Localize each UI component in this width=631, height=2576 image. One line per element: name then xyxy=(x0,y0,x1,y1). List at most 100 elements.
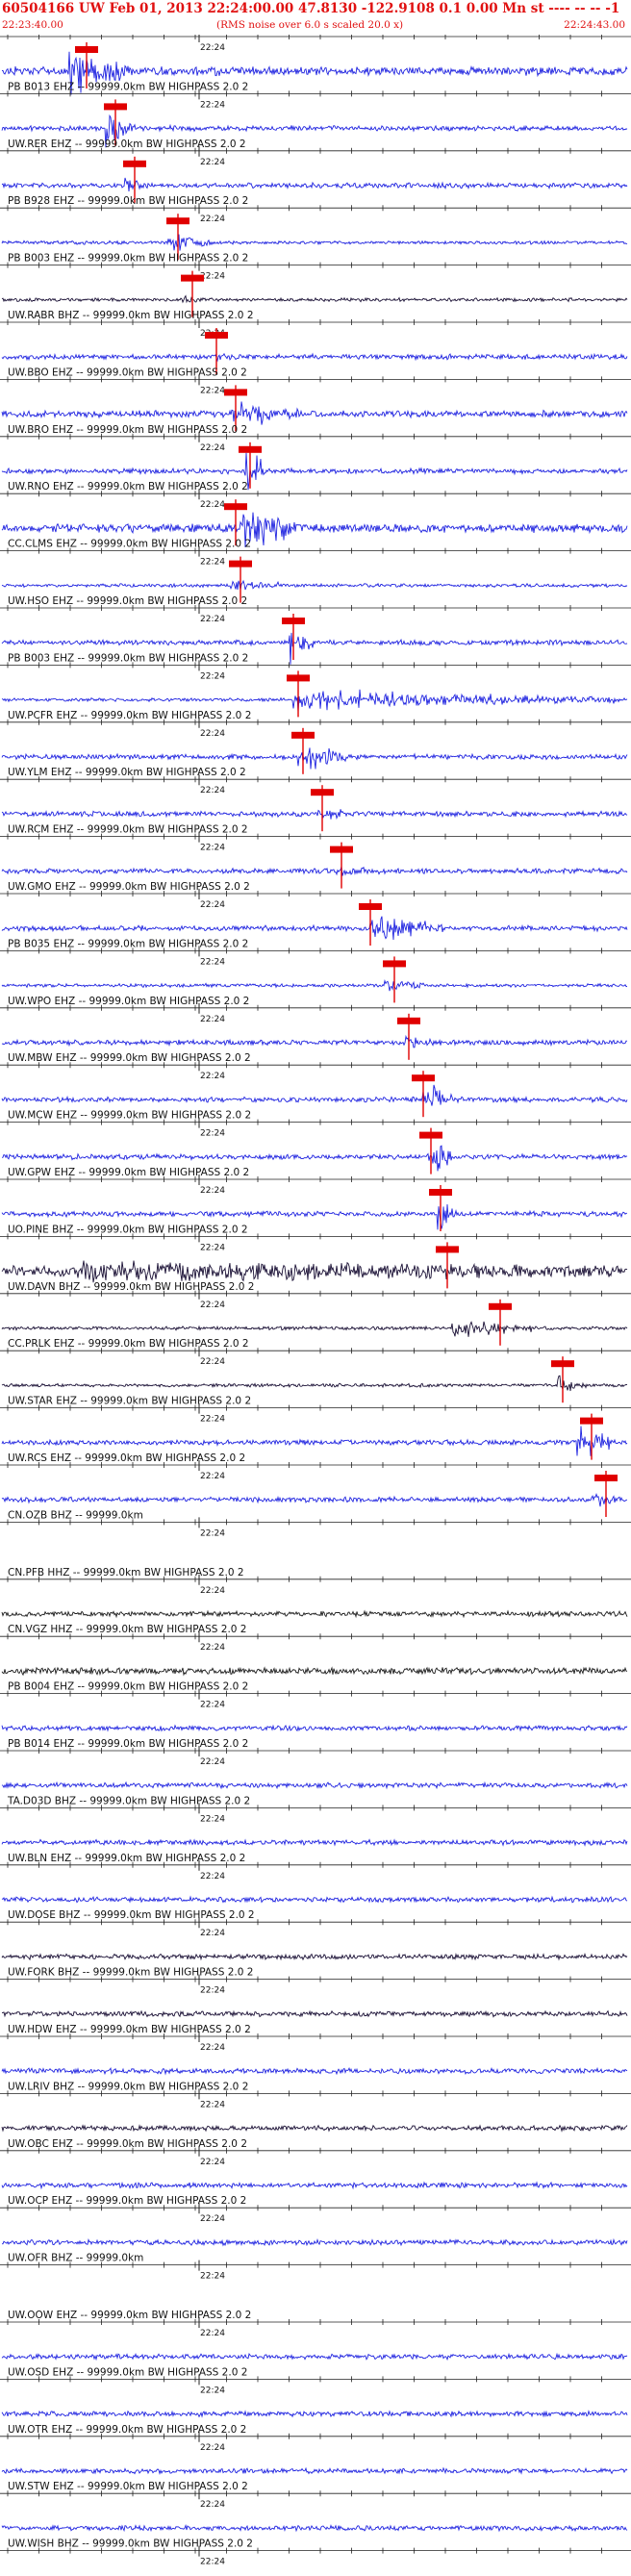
trace-row: UW.OTR EHZ -- 99999.0km BW HIGHPASS 2.0 … xyxy=(0,2424,631,2475)
pick-marker xyxy=(291,731,315,739)
waveform xyxy=(1,1034,628,1048)
tick-time-label: 22:24 xyxy=(200,2443,225,2453)
tick-time-label: 22:24 xyxy=(200,443,225,453)
pick-marker xyxy=(489,1302,512,1310)
tick-time-label: 22:24 xyxy=(200,2214,225,2224)
trace-row: UW.DOSE BHZ -- 99999.0km BW HIGHPASS 2.0… xyxy=(0,1909,631,1961)
pick-marker xyxy=(181,274,204,282)
trace-row: UW.OBC EHZ -- 99999.0km BW HIGHPASS 2.0 … xyxy=(0,2138,631,2190)
waveform xyxy=(1,1260,628,1283)
trace-row: UW.OCP EHZ -- 99999.0km BW HIGHPASS 2.0 … xyxy=(0,2195,631,2247)
pick-marker xyxy=(594,1475,618,1481)
trace-row: UW.STW EHZ -- 99999.0km BW HIGHPASS 2.0 … xyxy=(0,2481,631,2533)
waveform xyxy=(1,294,628,304)
trace-row: UW.HDW EHZ -- 99999.0km BW HIGHPASS 2.0 … xyxy=(0,2024,631,2076)
pick-marker xyxy=(229,560,252,568)
trace-row: UW.BBO EHZ -- 99999.0km BW HIGHPASS 2.0 … xyxy=(0,366,631,432)
waveform xyxy=(1,1321,628,1337)
pick-marker xyxy=(287,674,310,682)
trace-row: UW.RER EHZ -- 99999.0km BW HIGHPASS 2.0 … xyxy=(0,139,631,203)
record-header: 60504166 UW Feb 01, 2013 22:24:00.00 47.… xyxy=(0,0,631,35)
trace-row: PB B014 EHZ -- 99999.0km BW HIGHPASS 2.0… xyxy=(0,1738,631,1790)
trace-row: PB B003 EHZ -- 99999.0km BW HIGHPASS 2.0… xyxy=(0,652,631,718)
tick-time-label: 22:24 xyxy=(200,1929,225,1938)
tick-time-label: 22:24 xyxy=(200,729,225,739)
trace-row: UW.WISH BHZ -- 99999.0km BW HIGHPASS 2.0… xyxy=(0,2538,631,2567)
seismogram-traces: 22:24 PB B013 EHZ -- 99999.0km BW HIGHPAS… xyxy=(0,35,631,2567)
pick-marker xyxy=(580,1417,603,1425)
station-label: UW.OSD EHZ -- 99999.0km BW HIGHPASS 2.0 … xyxy=(8,2366,247,2378)
tick-time-label: 22:24 xyxy=(200,2158,225,2167)
tick-time-label: 22:24 xyxy=(200,786,225,796)
waveform xyxy=(1,234,628,251)
station-label: UW.STW EHZ -- 99999.0km BW HIGHPASS 2.0 … xyxy=(8,2481,248,2492)
station-label: UW.DAVN BHZ -- 99999.0km BW HIGHPASS 2.0… xyxy=(8,1281,254,1293)
tick-time-label: 22:24 xyxy=(200,100,225,110)
noise-note: (RMS noise over 6.0 s scaled 20.0 x) xyxy=(216,19,404,31)
tick-time-label: 22:24 xyxy=(200,2386,225,2395)
trace-row: CN.VGZ HHZ -- 99999.0km BW HIGHPASS 2.0 … xyxy=(0,1624,631,1677)
tick-time-label: 22:24 xyxy=(200,1415,225,1425)
station-label: UW.YLM EHZ -- 99999.0km BW HIGHPASS 2.0 … xyxy=(8,767,246,778)
waveform xyxy=(1,2181,628,2190)
station-label: UW.GPW EHZ -- 99999.0km BW HIGHPASS 2.0 … xyxy=(8,1167,249,1178)
trace-row: UW.LRIV BHZ -- 99999.0km BW HIGHPASS 2.0… xyxy=(0,2081,631,2133)
station-label: UW.FORK BHZ -- 99999.0km BW HIGHPASS 2.0… xyxy=(8,1967,253,1979)
end-time: 22:24:43.00 xyxy=(564,19,625,31)
tick-time-label: 22:24 xyxy=(200,671,225,681)
station-label: UW.HSO EHZ -- 99999.0km BW HIGHPASS 2.0 … xyxy=(8,595,247,607)
event-title: 60504166 UW Feb 01, 2013 22:24:00.00 47.… xyxy=(2,1,620,16)
trace-row: UW.PCFR EHZ -- 99999.0km BW HIGHPASS 2.0… xyxy=(0,710,631,774)
waveform xyxy=(1,2124,628,2133)
station-label: UW.RABR BHZ -- 99999.0km BW HIGHPASS 2.0… xyxy=(8,310,254,321)
tick-time-label: 22:24 xyxy=(200,844,225,853)
station-label: UW.BRO EHZ -- 99999.0km BW HIGHPASS 2.0 … xyxy=(8,424,247,436)
pick-marker xyxy=(205,332,228,339)
waveform xyxy=(1,1084,628,1106)
tick-time-label: 22:24 xyxy=(200,1129,225,1139)
pick-marker xyxy=(224,503,247,511)
station-label: UW.OFR BHZ -- 99999.0km xyxy=(8,2253,143,2264)
station-label: UW.DOSE BHZ -- 99999.0km BW HIGHPASS 2.0… xyxy=(8,1909,255,1921)
pick-marker xyxy=(412,1074,435,1082)
waveform xyxy=(1,1375,628,1392)
trace-row: UW.DAVN BHZ -- 99999.0km BW HIGHPASS 2.0… xyxy=(0,1281,631,1346)
waveform xyxy=(1,2352,628,2361)
waveform xyxy=(2,2009,628,2018)
pick-marker xyxy=(383,960,406,968)
tick-time-label: 22:24 xyxy=(200,615,225,624)
tick-time-label: 22:24 xyxy=(200,1643,225,1653)
trace-row: PB B035 EHZ -- 99999.0km BW HIGHPASS 2.0… xyxy=(0,938,631,1003)
station-label: PB B013 EHZ -- 99999.0km BW HIGHPASS 2.0… xyxy=(8,81,248,92)
trace-row: UW.YLM EHZ -- 99999.0km BW HIGHPASS 2.0 … xyxy=(0,767,631,832)
trace-row: UW.RCM EHZ -- 99999.0km BW HIGHPASS 2.0 … xyxy=(0,824,631,889)
tick-time-label: 22:24 xyxy=(200,558,225,568)
tick-time-label: 22:24 xyxy=(200,158,225,167)
pick-marker xyxy=(359,903,382,910)
station-label: PB B004 EHZ -- 99999.0km BW HIGHPASS 2.0… xyxy=(8,1681,248,1693)
seismogram-panel: 22:24 PB B013 EHZ -- 99999.0km BW HIGHPAS… xyxy=(0,35,631,2576)
waveform xyxy=(1,2066,628,2076)
station-label: UW.RCS EHZ -- 99999.0km BW HIGHPASS 2.0 … xyxy=(8,1452,245,1464)
pick-marker xyxy=(166,217,189,225)
waveform xyxy=(1,1724,628,1732)
trace-row: UW.GPW EHZ -- 99999.0km BW HIGHPASS 2.0 … xyxy=(0,1167,631,1231)
waveform xyxy=(1,1666,628,1677)
waveform xyxy=(1,177,628,192)
trace-row: UW.RABR BHZ -- 99999.0km BW HIGHPASS 2.0… xyxy=(0,310,631,374)
pick-marker xyxy=(311,789,334,796)
station-label: UW.HDW EHZ -- 99999.0km BW HIGHPASS 2.0 … xyxy=(8,2024,251,2035)
tick-time-label: 22:24 xyxy=(200,1586,225,1596)
pick-marker xyxy=(123,160,146,167)
waveform xyxy=(1,866,628,876)
tick-time-label: 22:24 xyxy=(200,1072,225,1081)
trace-row: UW.WPO EHZ -- 99999.0km BW HIGHPASS 2.0 … xyxy=(0,996,631,1060)
pick-marker xyxy=(551,1360,574,1368)
tick-time-label: 22:24 xyxy=(200,1872,225,1881)
tick-time-label: 22:24 xyxy=(200,957,225,967)
trace-row: UW.RCS EHZ -- 99999.0km BW HIGHPASS 2.0 … xyxy=(0,1452,631,1517)
tick-time-label: 22:24 xyxy=(200,2329,225,2338)
station-label: UW.OOW EHZ -- 99999.0km BW HIGHPASS 2.0 … xyxy=(8,2310,251,2321)
waveform xyxy=(1,747,628,770)
tick-time-label: 22:24 xyxy=(200,43,225,53)
